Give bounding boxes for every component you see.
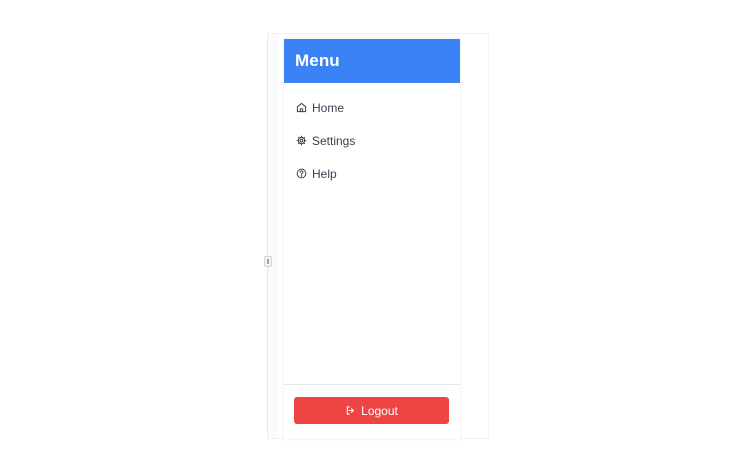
sidebar-header: Menu: [284, 39, 460, 83]
sidebar-title: Menu: [295, 51, 340, 70]
sidebar-item-settings[interactable]: Settings: [284, 124, 460, 157]
grip-icon: [267, 259, 269, 264]
viewport: Menu Home Settings Help Logout: [0, 0, 750, 469]
sidebar-item-label: Help: [312, 166, 337, 181]
sidebar-footer: Logout: [284, 384, 460, 439]
logout-icon: [345, 405, 356, 416]
sidebar-item-help[interactable]: Help: [284, 157, 460, 190]
sidebar-item-home[interactable]: Home: [284, 91, 460, 124]
frame-right-area: [460, 34, 489, 439]
home-icon: [295, 102, 307, 114]
sidebar-gap: [284, 320, 460, 328]
help-circle-icon: [295, 168, 307, 180]
logout-button[interactable]: Logout: [294, 397, 449, 424]
logout-label: Logout: [361, 403, 398, 418]
resize-handle[interactable]: [264, 256, 272, 267]
sidebar-item-label: Settings: [312, 133, 356, 148]
sidebar: Menu Home Settings Help Logout: [284, 39, 460, 439]
gear-icon: [295, 135, 307, 147]
frame-top-border: [267, 33, 489, 34]
sidebar-item-label: Home: [312, 100, 345, 115]
frame-left-strip: [267, 34, 278, 439]
sidebar-nav: Home Settings Help: [284, 83, 460, 190]
